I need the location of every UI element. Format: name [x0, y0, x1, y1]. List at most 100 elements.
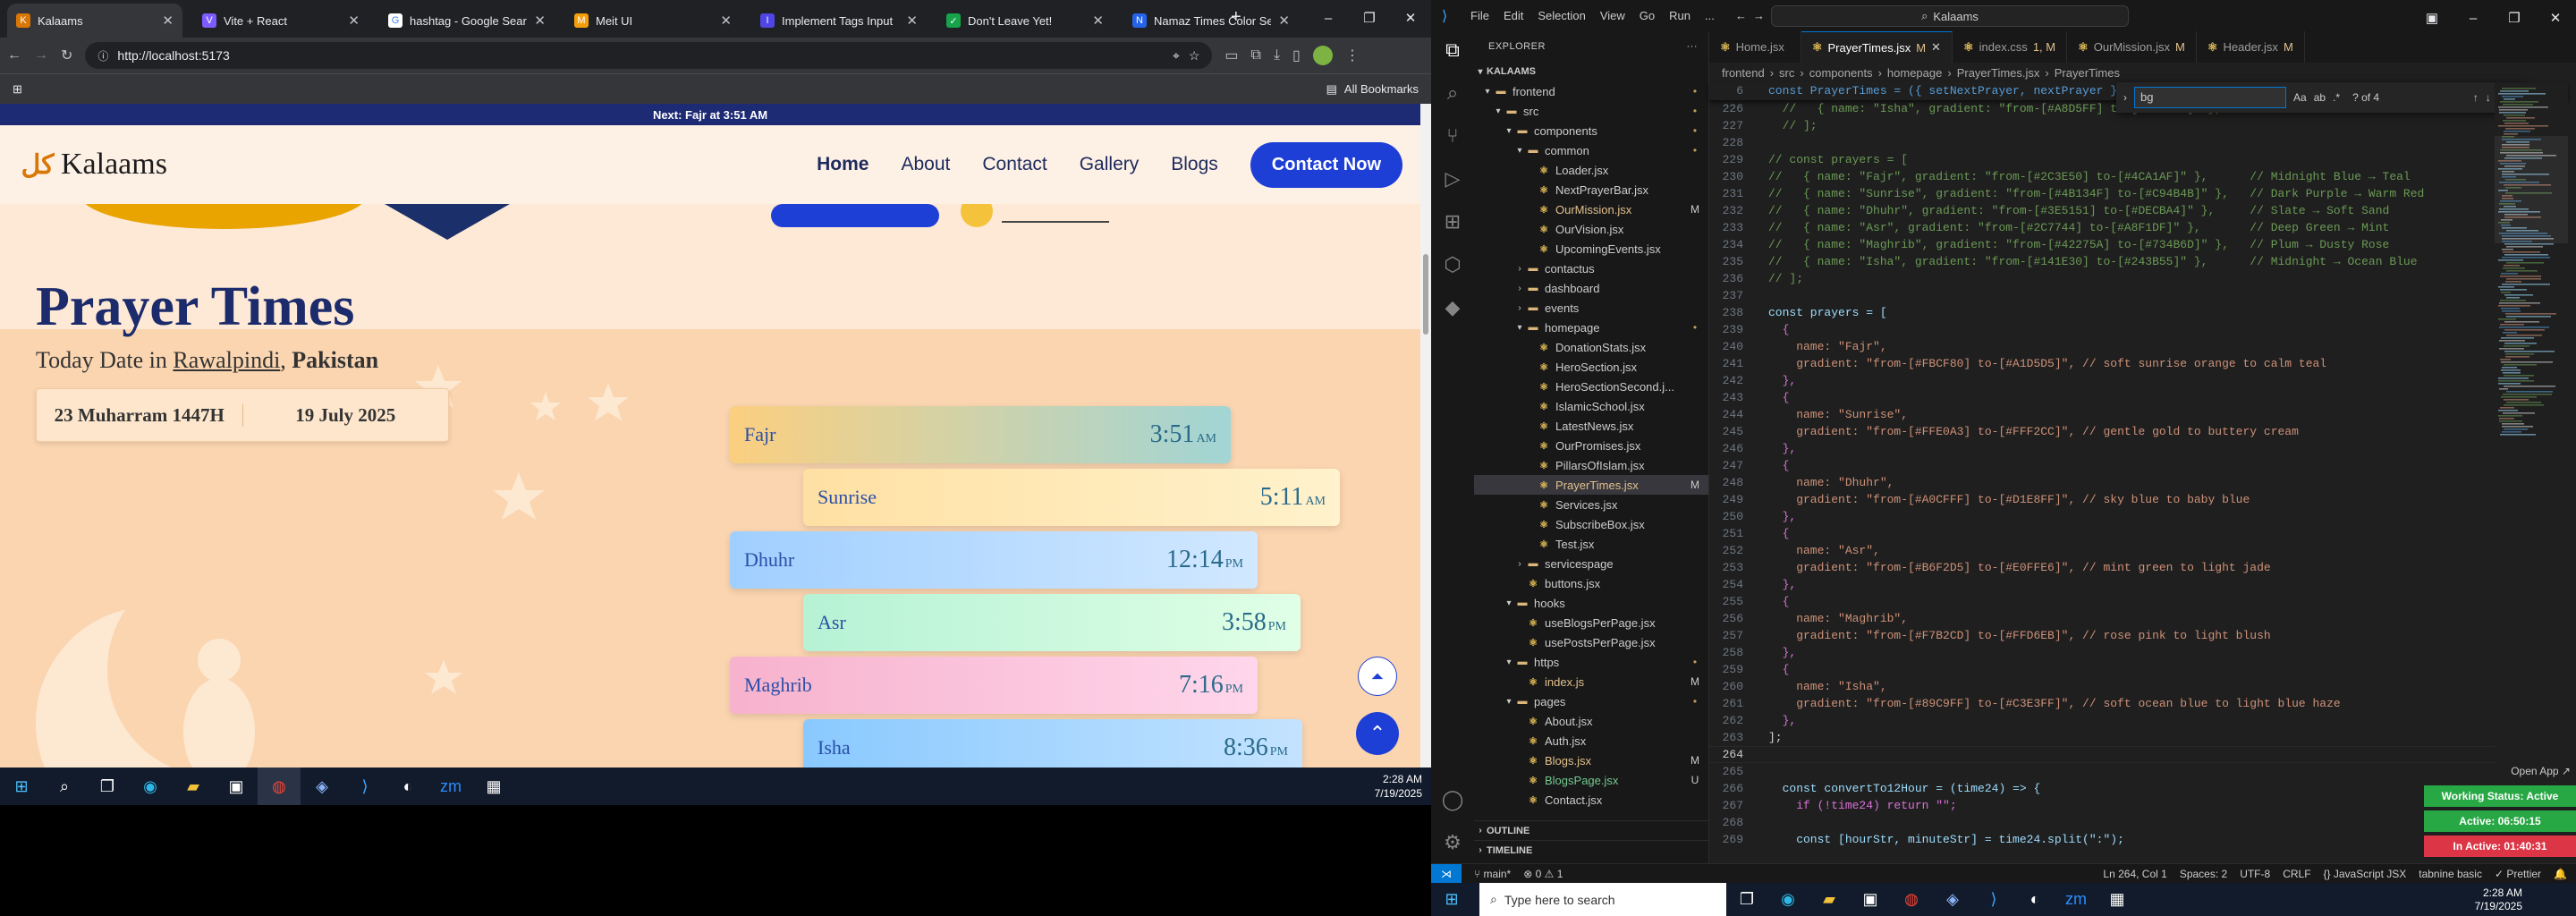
browser-tab[interactable]: K Kalaams ✕ — [7, 4, 182, 38]
forward-icon[interactable]: → — [34, 47, 48, 64]
minimap[interactable] — [2495, 82, 2568, 863]
search-icon[interactable]: ⌕ — [43, 768, 86, 805]
tree-file[interactable]: ⚛ LatestNews.jsx — [1474, 416, 1708, 436]
maximize-button[interactable]: ❐ — [1349, 0, 1390, 36]
menu-selection[interactable]: Selection — [1538, 9, 1585, 22]
minimize-button[interactable]: – — [1308, 0, 1349, 36]
tree-file[interactable]: ⚛ OurMission.jsx M — [1474, 199, 1708, 219]
source-control-icon[interactable]: ⑂ — [1446, 124, 1458, 148]
browser-tab[interactable]: I Implement Tags Input ✕ — [751, 4, 927, 38]
vs-maximize-button[interactable]: ❐ — [2494, 0, 2535, 36]
browser-tab[interactable]: N Namaz Times Color Se ✕ — [1123, 4, 1299, 38]
breadcrumb-item[interactable]: homepage — [1887, 66, 1942, 80]
tree-file[interactable]: ⚛ index.js M — [1474, 672, 1708, 691]
tree-file[interactable]: ⚛ DonationStats.jsx — [1474, 337, 1708, 357]
windows-start-icon[interactable]: ⊞ — [1431, 883, 1472, 916]
taskbar-clock[interactable]: 2:28 AM 7/19/2025 — [2475, 886, 2576, 913]
remote-icon[interactable]: ⬡ — [1444, 253, 1461, 276]
close-tab-icon[interactable]: ✕ — [906, 13, 918, 29]
regex-icon[interactable]: .* — [2333, 91, 2340, 104]
tree-file[interactable]: ⚛ Contact.jsx — [1474, 790, 1708, 810]
tree-file[interactable]: ⚛ Auth.jsx — [1474, 731, 1708, 751]
browser-tab[interactable]: M Meit UI ✕ — [565, 4, 741, 38]
nav-blogs[interactable]: Blogs — [1171, 154, 1218, 175]
site-info-icon[interactable]: ⓘ — [97, 48, 108, 64]
tree-folder[interactable]: ▾ ▬ homepage • — [1474, 318, 1708, 337]
tree-file[interactable]: ⚛ PillarsOfIslam.jsx — [1474, 455, 1708, 475]
nav-about[interactable]: About — [901, 154, 950, 175]
breadcrumb-item[interactable]: src — [1779, 66, 1794, 80]
site-logo[interactable]: كل Kalaams — [18, 145, 166, 184]
sidepanel-icon[interactable]: ▯ — [1292, 47, 1301, 64]
browser-tab[interactable]: Ghashtag - Google Sear ✕ — [379, 4, 555, 38]
tree-file[interactable]: ⚛ buttons.jsx — [1474, 573, 1708, 593]
tree-file[interactable]: ⚛ About.jsx — [1474, 711, 1708, 731]
page-scrollbar[interactable] — [1420, 104, 1431, 768]
remote-indicator-icon[interactable]: ⋊ — [1431, 863, 1462, 884]
tree-folder[interactable]: ▾ ▬ pages • — [1474, 691, 1708, 711]
file-explorer-icon[interactable]: ▰ — [1809, 883, 1850, 916]
tree-folder[interactable]: › ▬ events — [1474, 298, 1708, 318]
tree-file[interactable]: ⚛ Blogs.jsx M — [1474, 751, 1708, 770]
search-icon[interactable]: ⌕ — [1447, 81, 1458, 105]
app-icon-2[interactable]: ◐ — [386, 768, 429, 805]
nav-home[interactable]: Home — [817, 154, 869, 175]
tree-folder[interactable]: ▾ ▬ components • — [1474, 121, 1708, 140]
minimap-viewport[interactable] — [2495, 136, 2568, 243]
apps-icon[interactable]: ⊞ — [13, 82, 22, 97]
store-icon[interactable]: ▣ — [215, 768, 258, 805]
breadcrumb-item[interactable]: frontend — [1722, 66, 1765, 80]
menu-more[interactable]: ... — [1705, 9, 1715, 22]
new-tab-button[interactable]: + — [1231, 7, 1241, 28]
vscode-icon[interactable]: ⟩ — [1973, 883, 2014, 916]
code-editor[interactable]: 226 // { name: "Isha", gradient: "from-[… — [1709, 100, 2568, 863]
tree-file[interactable]: ⚛ OurPromises.jsx — [1474, 436, 1708, 455]
editor-tab[interactable]: ⚛ Header.jsx M — [2197, 31, 2305, 63]
git-branch[interactable]: ⑂ main* — [1474, 868, 1511, 880]
chrome-icon[interactable]: ◍ — [258, 768, 301, 805]
encoding[interactable]: UTF-8 — [2240, 868, 2270, 880]
address-bar[interactable]: ⓘ http://localhost:5173 ⌖ ☆ — [85, 42, 1213, 69]
tree-folder[interactable]: ▾ ▬ common • — [1474, 140, 1708, 160]
vs-minimize-button[interactable]: – — [2453, 0, 2494, 36]
open-app-link[interactable]: Open App ↗ — [2424, 760, 2576, 782]
layout-icon[interactable]: ▣ — [2411, 0, 2453, 36]
editor-tab[interactable]: ⚛ index.css 1, M — [1953, 31, 2068, 63]
tree-folder[interactable]: ▾ ▬ https • — [1474, 652, 1708, 672]
cursor-position[interactable]: Ln 264, Col 1 — [2103, 868, 2166, 880]
reload-icon[interactable]: ↻ — [61, 47, 72, 64]
taskbar-clock[interactable]: 2:28 AM 7/19/2025 — [1375, 772, 1431, 801]
scroll-top-outline-button[interactable]: ⏶ — [1358, 657, 1397, 696]
editor-tab[interactable]: ⚛ OurMission.jsx M — [2067, 31, 2197, 63]
find-input[interactable]: bg — [2134, 87, 2286, 108]
tree-folder[interactable]: ▾ ▬ frontend • — [1474, 81, 1708, 101]
close-tab-icon[interactable]: ✕ — [534, 13, 546, 29]
settings-gear-icon[interactable]: ⚙ — [1444, 831, 1462, 854]
more-actions-icon[interactable]: ··· — [1687, 41, 1699, 52]
zoom-icon[interactable]: zm — [429, 768, 472, 805]
menu-run[interactable]: Run — [1669, 9, 1690, 22]
city-link[interactable]: Rawalpindi — [173, 347, 280, 373]
cast-icon[interactable]: ▭ — [1224, 47, 1238, 64]
tree-file[interactable]: ⚛ PrayerTimes.jsx M — [1474, 475, 1708, 495]
back-icon[interactable]: ← — [7, 47, 21, 64]
editor-tab[interactable]: ⚛ PrayerTimes.jsx M ✕ — [1801, 31, 1953, 63]
tree-file[interactable]: ⚛ UpcomingEvents.jsx — [1474, 239, 1708, 259]
windows-start-icon[interactable]: ⊞ — [0, 768, 43, 805]
tree-folder[interactable]: › ▬ servicespage — [1474, 554, 1708, 573]
nav-back-icon[interactable]: ← — [1735, 9, 1747, 22]
close-editor-icon[interactable]: ✕ — [1931, 40, 1941, 55]
next-match-icon[interactable]: ↓ — [2486, 91, 2491, 104]
app-icon-2[interactable]: ◐ — [2014, 883, 2055, 916]
menu-view[interactable]: View — [1600, 9, 1625, 22]
menu-file[interactable]: File — [1470, 9, 1489, 22]
close-tab-icon[interactable]: ✕ — [162, 13, 174, 29]
chevron-right-icon[interactable]: › — [2123, 91, 2127, 104]
calculator-icon[interactable]: ▦ — [2097, 883, 2138, 916]
nav-contact[interactable]: Contact — [982, 154, 1046, 175]
bookmark-star-icon[interactable]: ☆ — [1189, 48, 1200, 64]
vscode-icon[interactable]: ⟩ — [343, 768, 386, 805]
nav-forward-icon[interactable]: → — [1753, 9, 1765, 22]
file-explorer-icon[interactable]: ▰ — [172, 768, 215, 805]
tabnine-status[interactable]: tabnine basic — [2419, 868, 2482, 880]
